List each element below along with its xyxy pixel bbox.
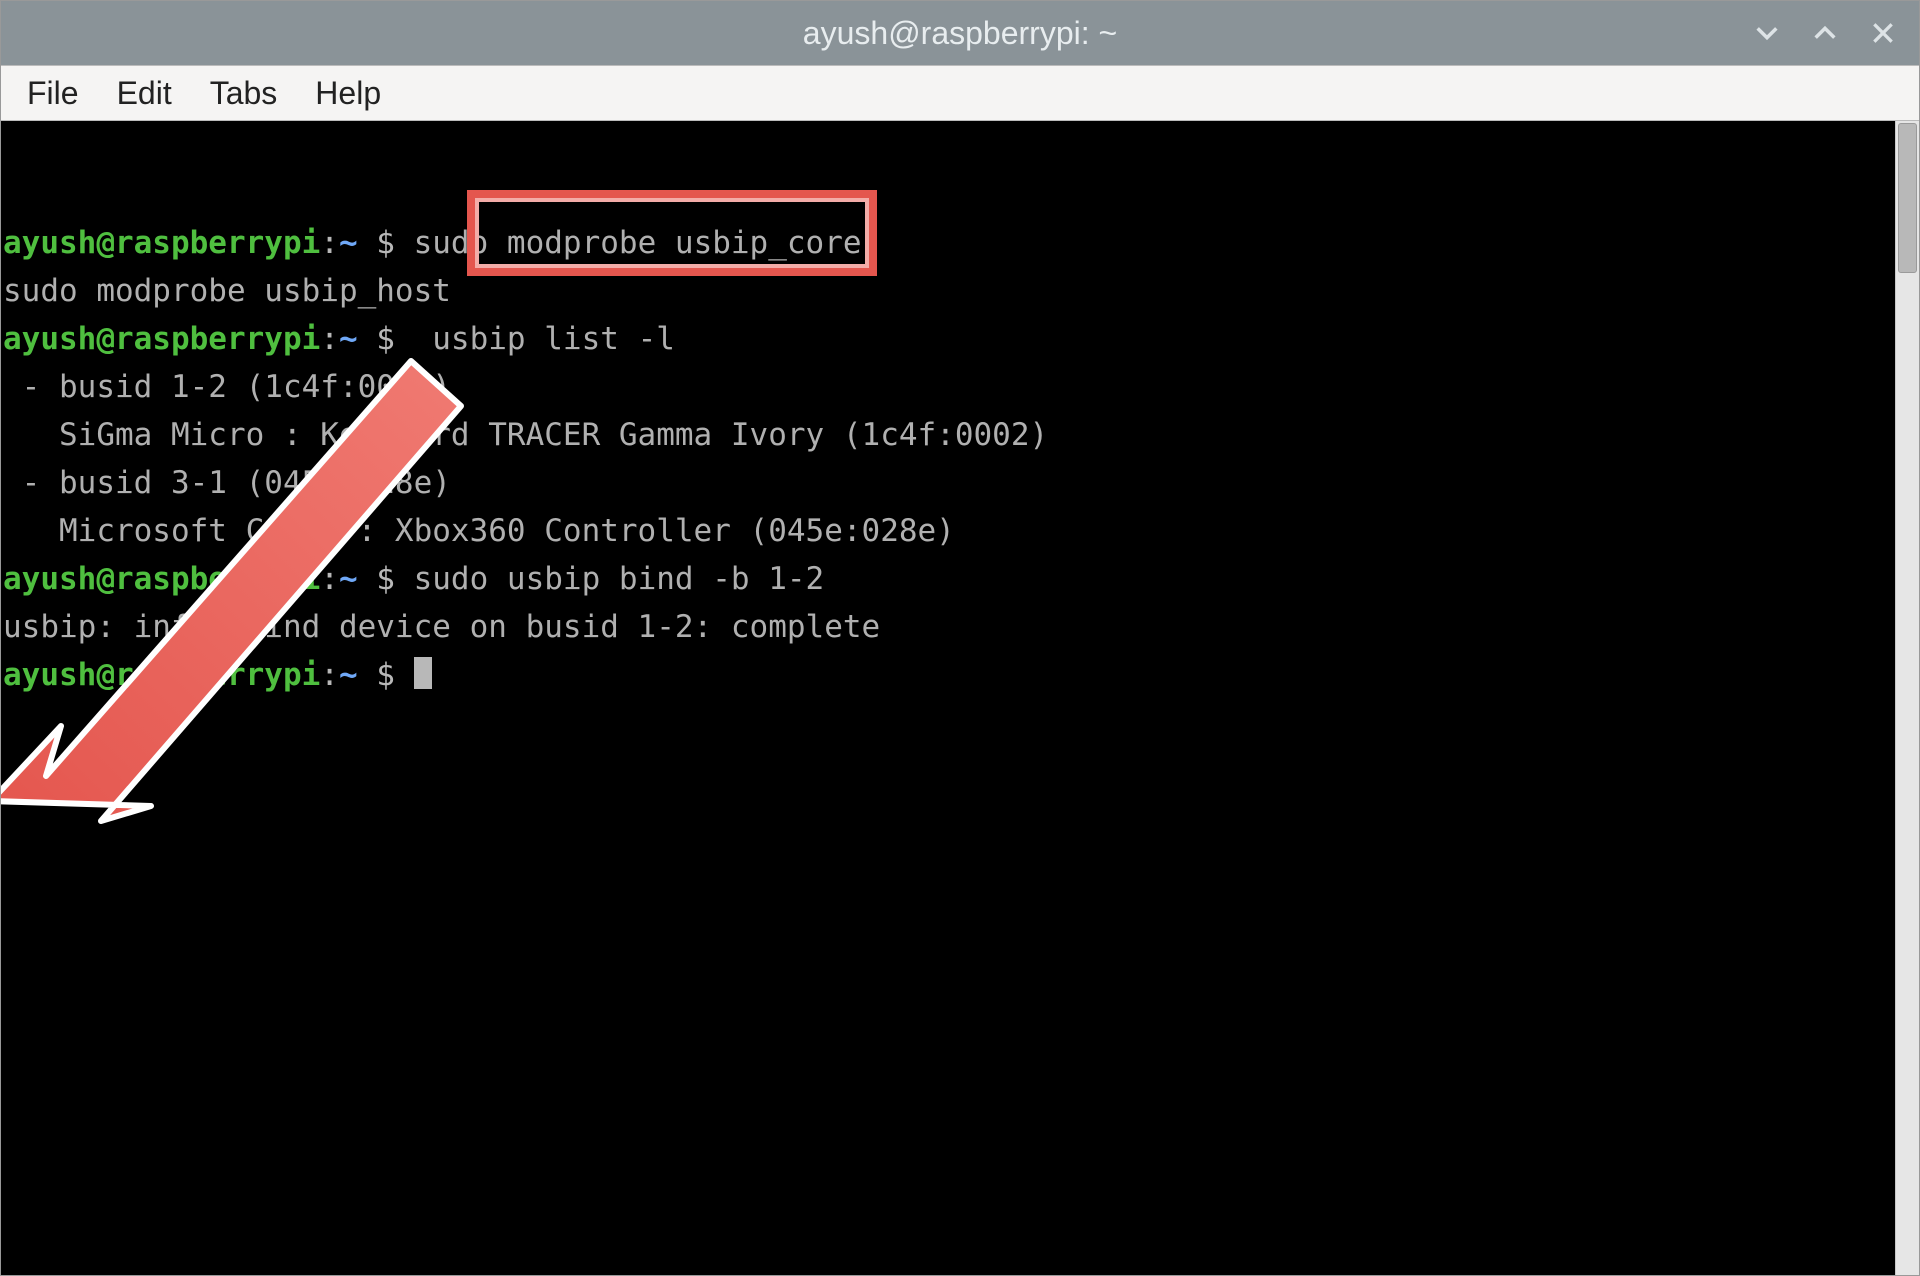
- menu-file[interactable]: File: [13, 71, 93, 116]
- terminal-window: ayush@raspberrypi: ~ File Edit Tabs Help…: [0, 0, 1920, 1276]
- terminal-line: - busid 1-2 (1c4f:0002): [3, 363, 1893, 411]
- close-icon: [1870, 20, 1896, 46]
- menu-tabs[interactable]: Tabs: [196, 71, 292, 116]
- terminal-line: - busid 3-1 (045e:028e): [3, 459, 1893, 507]
- terminal-wrap: ayush@raspberrypi:~ $ sudo modprobe usbi…: [1, 121, 1919, 1275]
- maximize-button[interactable]: [1807, 15, 1843, 51]
- terminal-line: sudo modprobe usbip_host: [3, 267, 1893, 315]
- terminal-line: usbip: info: bind device on busid 1-2: c…: [3, 603, 1893, 651]
- menubar: File Edit Tabs Help: [1, 65, 1919, 121]
- terminal-line: ayush@raspberrypi:~ $ sudo modprobe usbi…: [3, 219, 1893, 267]
- scrollbar[interactable]: [1895, 121, 1919, 1275]
- menu-help[interactable]: Help: [301, 71, 395, 116]
- terminal[interactable]: ayush@raspberrypi:~ $ sudo modprobe usbi…: [1, 121, 1895, 1275]
- terminal-line: SiGma Micro : Keyboard TRACER Gamma Ivor…: [3, 411, 1893, 459]
- chevron-down-icon: [1753, 19, 1781, 47]
- menu-edit[interactable]: Edit: [103, 71, 186, 116]
- close-button[interactable]: [1865, 15, 1901, 51]
- window-title: ayush@raspberrypi: ~: [803, 15, 1117, 52]
- chevron-up-icon: [1811, 19, 1839, 47]
- terminal-line: Microsoft Corp. : Xbox360 Controller (04…: [3, 507, 1893, 555]
- minimize-button[interactable]: [1749, 15, 1785, 51]
- titlebar: ayush@raspberrypi: ~: [1, 1, 1919, 65]
- terminal-line: ayush@raspberrypi:~ $ usbip list -l: [3, 315, 1893, 363]
- scrollbar-thumb[interactable]: [1898, 123, 1917, 273]
- window-controls: [1749, 1, 1901, 65]
- terminal-line: ayush@raspberrypi:~ $: [3, 651, 1893, 699]
- terminal-line: ayush@raspberrypi:~ $ sudo usbip bind -b…: [3, 555, 1893, 603]
- cursor: [414, 657, 432, 689]
